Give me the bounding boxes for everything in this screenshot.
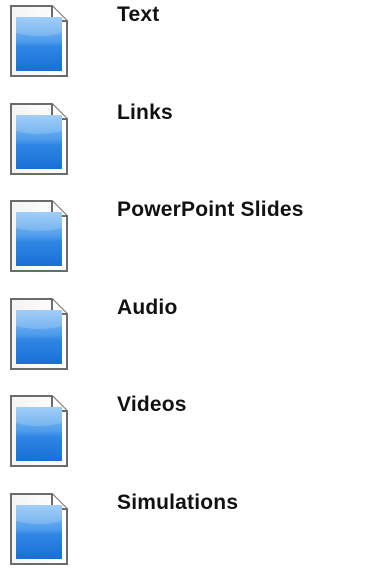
- list-item-powerpoint-slides[interactable]: PowerPoint Slides: [0, 195, 371, 275]
- document-icon[interactable]: [8, 101, 70, 177]
- list-item-links[interactable]: Links: [0, 98, 371, 178]
- item-label[interactable]: Links: [117, 98, 173, 128]
- document-icon[interactable]: [8, 198, 70, 274]
- list-item-simulations[interactable]: Simulations: [0, 488, 371, 568]
- list-item-text[interactable]: Text: [0, 0, 371, 80]
- item-label[interactable]: Text: [117, 0, 159, 30]
- item-label[interactable]: PowerPoint Slides: [117, 195, 304, 225]
- item-label[interactable]: Simulations: [117, 488, 238, 518]
- list-item-videos[interactable]: Videos: [0, 390, 371, 470]
- item-label[interactable]: Videos: [117, 390, 187, 420]
- document-icon[interactable]: [8, 296, 70, 372]
- document-icon[interactable]: [8, 3, 70, 79]
- document-icon[interactable]: [8, 491, 70, 567]
- list-item-audio[interactable]: Audio: [0, 293, 371, 373]
- item-label[interactable]: Audio: [117, 293, 177, 323]
- document-icon[interactable]: [8, 393, 70, 469]
